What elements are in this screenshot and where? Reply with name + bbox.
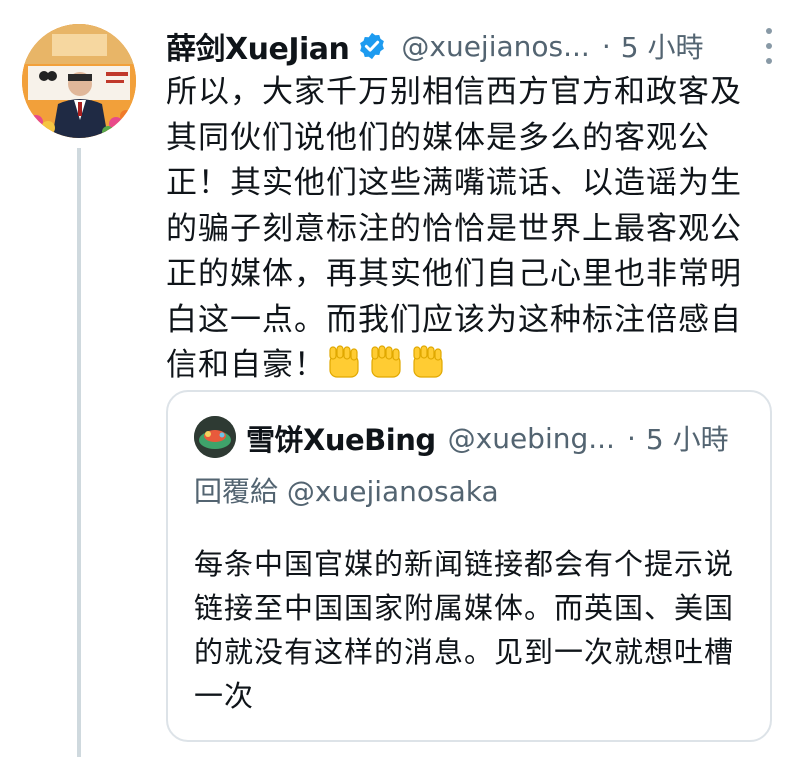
author-handle[interactable]: @xuejianos...	[401, 30, 589, 63]
quoted-author-name[interactable]: 雪饼XueBing	[246, 417, 436, 459]
quoted-timestamp[interactable]: 5 小時	[646, 418, 729, 458]
quoted-author-handle[interactable]: @xuebing...	[448, 422, 615, 455]
quoted-author-avatar[interactable]	[194, 416, 236, 458]
tweet-body: 所以，大家千万别相信西方官方和政客及其同伙们说他们的媒体是多么的客观公正！其实他…	[166, 70, 766, 393]
header-separator: ·	[601, 29, 611, 63]
replying-to-line: 回覆給 @xuejianosaka	[194, 470, 499, 510]
tweet-timestamp[interactable]: 5 小時	[621, 26, 704, 66]
author-avatar[interactable]	[22, 24, 136, 138]
more-options-icon[interactable]	[760, 28, 778, 64]
raised-fist-icon	[326, 343, 450, 393]
author-name[interactable]: 薛剑XueJian	[166, 24, 350, 68]
tweet-text: 所以，大家千万别相信西方官方和政客及其同伙们说他们的媒体是多么的客观公正！其实他…	[166, 74, 742, 383]
quoted-tweet-card[interactable]: 雪饼XueBing @xuebing... · 5 小時 回覆給 @xuejia…	[166, 390, 772, 742]
quoted-header-separator: ·	[626, 421, 636, 455]
quoted-tweet-header: 雪饼XueBing @xuebing... · 5 小時	[246, 418, 756, 458]
reply-prefix: 回覆給	[194, 475, 279, 508]
verified-badge-icon	[357, 31, 387, 61]
tweet-header: 薛剑XueJian @xuejianos... · 5 小時	[166, 24, 760, 68]
reply-mention-link[interactable]: @xuejianosaka	[287, 475, 499, 508]
thread-connector-line	[77, 148, 81, 757]
quoted-tweet-text: 每条中国官媒的新闻链接都会有个提示说链接至中国国家附属媒体。而英国、美国的就没有…	[194, 547, 735, 713]
